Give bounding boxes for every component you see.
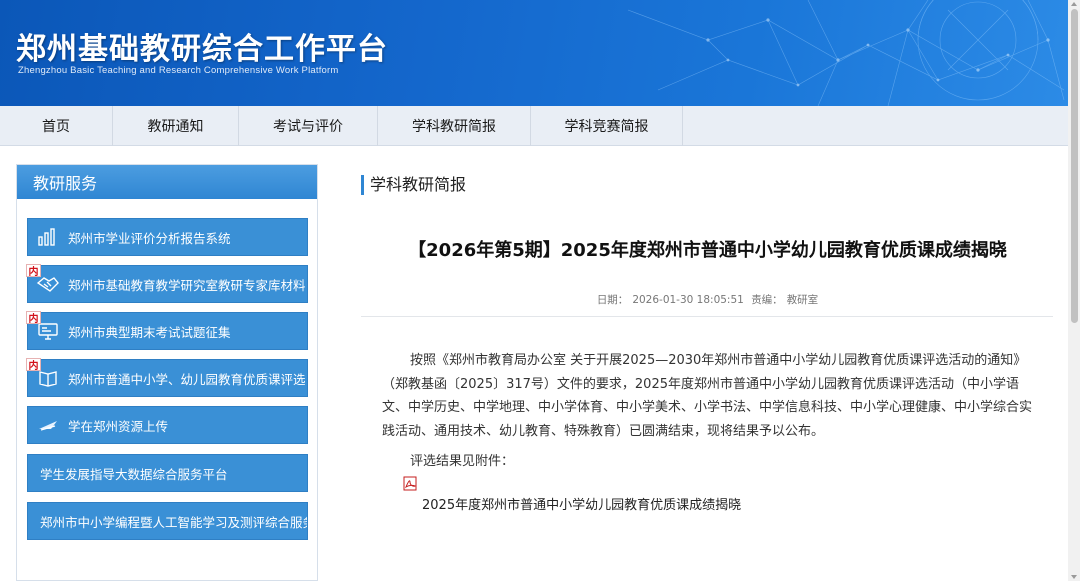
service-expert-library[interactable]: 内 郑州市基础教育教学研究室教研专家库材料 [26,264,308,303]
service-label: 学生发展指导大数据综合服务平台 [40,466,228,482]
article-meta: 日期： 2026-01-30 18:05:51 责编： 教研室 [361,292,1054,307]
scroll-up-arrow-icon[interactable] [1071,2,1077,6]
nav-item-exam-evaluation[interactable]: 考试与评价 [239,106,378,146]
service-academic-analysis[interactable]: 郑州市学业评价分析报告系统 [27,218,308,256]
site-title: 郑州基础教研综合工作平台 [16,32,388,67]
editor-value: 教研室 [786,294,819,306]
service-student-guidance[interactable]: 学生发展指导大数据综合服务平台 [27,454,308,492]
internal-tag: 内 [26,358,41,372]
bar-chart-icon [28,228,68,246]
site-banner: 郑州基础教研综合工作平台 Zhengzhou Basic Teaching an… [0,0,1068,106]
title-divider [361,316,1053,317]
service-label: 郑州市典型期末考试试题征集 [68,324,231,340]
service-label: 郑州市普通中小学、幼儿园教育优质课评选 [68,371,306,387]
service-label: 学在郑州资源上传 [68,418,169,434]
upload-logo-icon [28,417,68,433]
service-label: 郑州市基础教育教学研究室教研专家库材料 [68,277,306,293]
service-quality-course[interactable]: 内 郑州市普通中小学、幼儿园教育优质课评选 [26,358,308,397]
scroll-down-arrow-icon[interactable] [1071,575,1077,579]
nav-item-notices[interactable]: 教研通知 [113,106,239,146]
article-body: 按照《郑州市教育局办公室 关于开展2025—2030年郑州市普通中小学幼儿园教育… [382,353,1033,439]
scroll-thumb[interactable] [1071,9,1078,323]
pdf-icon [403,476,417,491]
nav-item-competition-briefs[interactable]: 学科竞赛简报 [531,106,683,146]
editor-label: 责编： [751,294,783,306]
article-title: 【2026年第5期】2025年度郑州市普通中小学幼儿园教育优质课成绩揭晓 [408,240,1007,261]
service-resource-upload[interactable]: 学在郑州资源上传 [27,406,308,444]
page-scrollbar[interactable] [1068,0,1080,581]
service-label: 郑州市学业评价分析报告系统 [68,230,231,246]
service-exam-collection[interactable]: 内 郑州市典型期末考试试题征集 [26,311,308,350]
service-ai-programming[interactable]: 郑州市中小学编程暨人工智能学习及测评综合服务 [27,502,308,540]
internal-tag: 内 [26,311,41,325]
internal-tag: 内 [26,264,41,278]
nav-item-home[interactable]: 首页 [0,106,113,146]
date-value: 2026-01-30 18:05:51 [632,294,744,306]
main-nav: 首页 教研通知 考试与评价 学科教研简报 学科竞赛简报 [0,106,1068,146]
date-label: 日期： [596,294,629,306]
nav-item-subject-briefs[interactable]: 学科教研简报 [378,106,531,146]
network-decoration [627,0,1065,106]
attachment-label: 评选结果见附件： [410,454,515,469]
services-sidebar: 教研服务 郑州市学业评价分析报告系统 内 郑州市基础教育教学研究室教研专家库材料… [16,164,318,581]
sidebar-header: 教研服务 [17,165,317,199]
attachment-link[interactable]: 2025年度郑州市普通中小学幼儿园教育优质课成绩揭晓 [422,494,741,513]
site-subtitle: Zhengzhou Basic Teaching and Research Co… [18,65,339,76]
service-label: 郑州市中小学编程暨人工智能学习及测评综合服务 [40,514,307,530]
section-title: 学科教研简报 [361,175,466,195]
